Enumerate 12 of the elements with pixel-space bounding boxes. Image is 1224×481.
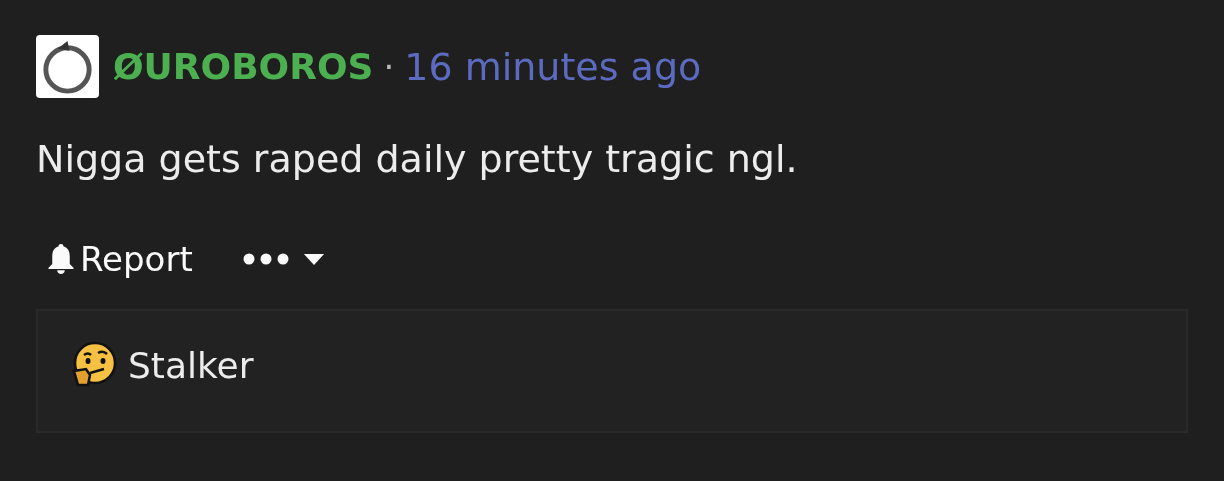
timestamp[interactable]: 16 minutes ago (404, 44, 702, 89)
avatar (36, 35, 99, 98)
flair-label: Stalker (128, 344, 254, 386)
caret-icon (302, 252, 325, 266)
thinking-face-icon (70, 341, 118, 389)
comment-text: Nigga gets raped daily pretty tragic ngl. (36, 136, 799, 183)
separator: · (383, 46, 395, 87)
author-name[interactable]: ØUROBOROS (113, 46, 374, 87)
more-icon (242, 252, 289, 266)
more-options-button[interactable] (242, 252, 325, 266)
bell-icon (46, 242, 76, 276)
report-button[interactable]: Report (46, 239, 193, 279)
